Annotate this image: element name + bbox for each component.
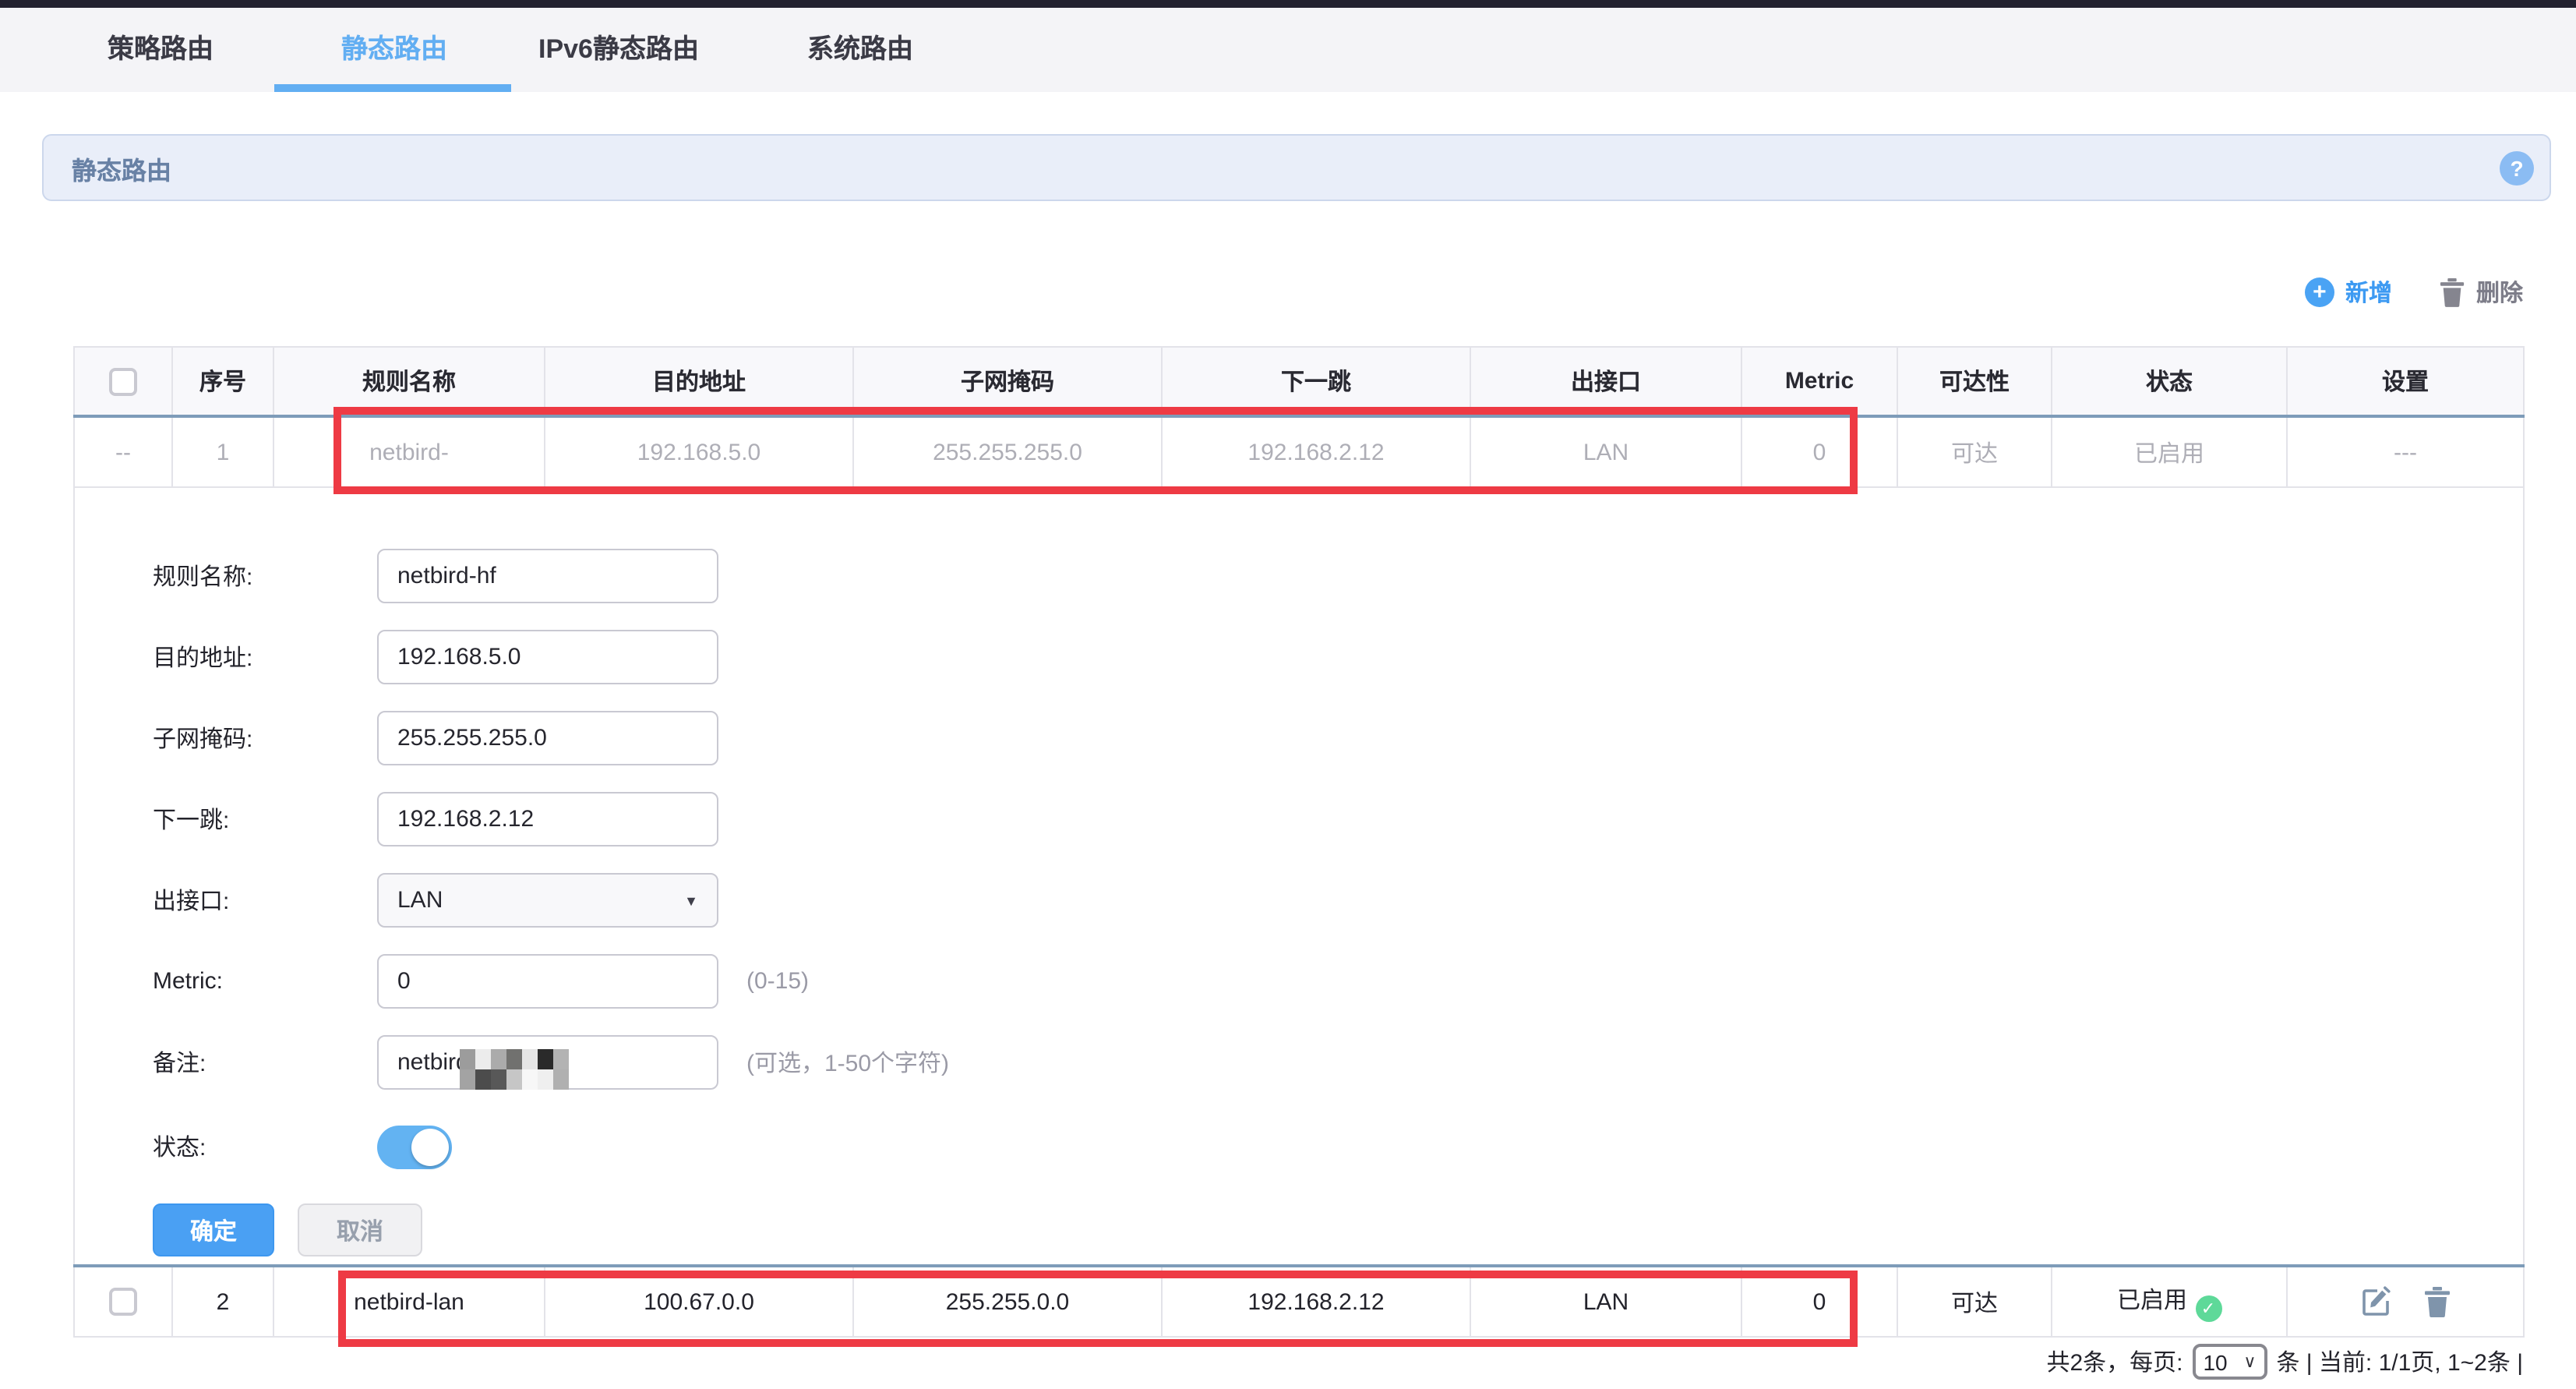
route-tab-bar: 策略路由 静态路由 IPv6静态路由 系统路由	[0, 8, 2576, 92]
delete-button-label: 删除	[2476, 276, 2523, 309]
form-row-rule-name: 规则名称:	[153, 549, 2523, 603]
dest-address-input[interactable]	[377, 630, 718, 684]
status-label: 状态:	[153, 1130, 377, 1163]
tab-system-route[interactable]: 系统路由	[807, 8, 913, 92]
metric-input[interactable]	[377, 954, 718, 1009]
subnet-mask-input[interactable]	[377, 711, 718, 765]
col-seq: 序号	[172, 347, 273, 416]
select-all-checkbox[interactable]	[109, 367, 137, 395]
confirm-button[interactable]: 确定	[153, 1203, 274, 1256]
edit-form-row: 规则名称: 目的地址: 子网掩码: 下一跳:	[74, 487, 2524, 1266]
form-row-mask: 子网掩码:	[153, 711, 2523, 765]
pagination-bar: 共2条，每页: 10 ∨ 条 | 当前: 1/1页, 1~2条 |	[2046, 1344, 2523, 1380]
tab-static-route[interactable]: 静态路由	[341, 8, 447, 92]
note-label: 备注:	[153, 1046, 377, 1079]
row1-rule-name: netbird-	[273, 416, 545, 487]
row1-status: 已启用	[2052, 416, 2287, 487]
form-row-dest: 目的地址:	[153, 630, 2523, 684]
edit-route-form: 规则名称: 目的地址: 子网掩码: 下一跳:	[75, 549, 2523, 1325]
cancel-button[interactable]: 取消	[298, 1203, 422, 1256]
form-row-note: 备注: (可选，1-50个字符)	[153, 1035, 2523, 1090]
tab-policy-route[interactable]: 策略路由	[108, 8, 213, 92]
static-routes-table: 序号 规则名称 目的地址 子网掩码 下一跳 出接口 Metric 可达性 状态 …	[73, 346, 2525, 1338]
form-row-interface: 出接口: LAN ▼	[153, 873, 2523, 928]
form-row-next-hop: 下一跳:	[153, 792, 2523, 846]
metric-label: Metric:	[153, 968, 377, 995]
page-size-select[interactable]: 10 ∨	[2192, 1344, 2267, 1380]
trash-icon	[2439, 277, 2465, 307]
row1-metric: 0	[1741, 416, 1897, 487]
status-toggle[interactable]	[377, 1125, 452, 1168]
col-settings: 设置	[2287, 347, 2524, 416]
col-subnet-mask: 子网掩码	[853, 347, 1162, 416]
row1-dest: 192.168.5.0	[545, 416, 853, 487]
row1-reachability: 可达	[1897, 416, 2052, 487]
metric-hint: (0-15)	[746, 968, 809, 995]
col-reachability: 可达性	[1897, 347, 2052, 416]
row1-mask: 255.255.255.0	[853, 416, 1162, 487]
row1-seq: 1	[172, 416, 273, 487]
delete-button[interactable]: 删除	[2439, 276, 2523, 309]
col-dest-address: 目的地址	[545, 347, 853, 416]
privacy-mosaic	[460, 1049, 569, 1090]
form-row-metric: Metric: (0-15)	[153, 954, 2523, 1009]
col-next-hop: 下一跳	[1162, 347, 1470, 416]
row1-interface: LAN	[1470, 416, 1741, 487]
note-input-wrap	[377, 1035, 718, 1090]
active-tab-indicator	[274, 84, 511, 92]
row1-select: --	[74, 416, 172, 487]
col-metric: Metric	[1741, 347, 1897, 416]
mask-label: 子网掩码:	[153, 722, 377, 755]
table-header-row: 序号 规则名称 目的地址 子网掩码 下一跳 出接口 Metric 可达性 状态 …	[74, 347, 2524, 416]
note-hint: (可选，1-50个字符)	[746, 1046, 949, 1079]
chevron-down-icon: ∨	[2243, 1352, 2256, 1372]
table-toolbar: + 新增 删除	[73, 276, 2523, 309]
pagination-prefix: 共2条，每页:	[2046, 1345, 2183, 1378]
form-buttons: 确定 取消	[153, 1203, 2523, 1256]
page-size-value: 10	[2203, 1349, 2227, 1374]
help-icon[interactable]: ?	[2500, 151, 2534, 186]
add-button[interactable]: + 新增	[2305, 276, 2392, 309]
router-admin-page: 策略路由 静态路由 IPv6静态路由 系统路由 静态路由 ? + 新增 删除	[0, 0, 2576, 1389]
toggle-knob	[411, 1128, 449, 1165]
interface-select[interactable]: LAN ▼	[377, 873, 718, 928]
top-dark-strip	[0, 0, 2576, 8]
col-select	[74, 347, 172, 416]
next-hop-label: 下一跳:	[153, 803, 377, 836]
rule-name-label: 规则名称:	[153, 560, 377, 592]
scale-wrapper: 策略路由 静态路由 IPv6静态路由 系统路由 静态路由 ? + 新增 删除	[0, 0, 2576, 1389]
add-button-label: 新增	[2345, 276, 2392, 309]
dest-label: 目的地址:	[153, 641, 377, 673]
form-row-status: 状态:	[153, 1119, 2523, 1174]
col-status: 状态	[2052, 347, 2287, 416]
pagination-suffix: 条 | 当前: 1/1页, 1~2条 |	[2276, 1345, 2523, 1378]
interface-select-value: LAN	[397, 887, 443, 914]
row1-next-hop: 192.168.2.12	[1162, 416, 1470, 487]
plus-icon: +	[2305, 277, 2334, 307]
row1-settings: ---	[2287, 416, 2524, 487]
next-hop-input[interactable]	[377, 792, 718, 846]
tab-ipv6-static-route[interactable]: IPv6静态路由	[538, 8, 699, 92]
col-rule-name: 规则名称	[273, 347, 545, 416]
col-out-interface: 出接口	[1470, 347, 1741, 416]
rule-name-input[interactable]	[377, 549, 718, 603]
route-row-1: -- 1 netbird- 192.168.5.0 255.255.255.0 …	[74, 416, 2524, 487]
section-title: 静态路由	[72, 149, 171, 186]
caret-down-icon: ▼	[684, 892, 698, 908]
section-header-bar: 静态路由 ?	[42, 134, 2551, 201]
interface-label: 出接口:	[153, 884, 377, 917]
